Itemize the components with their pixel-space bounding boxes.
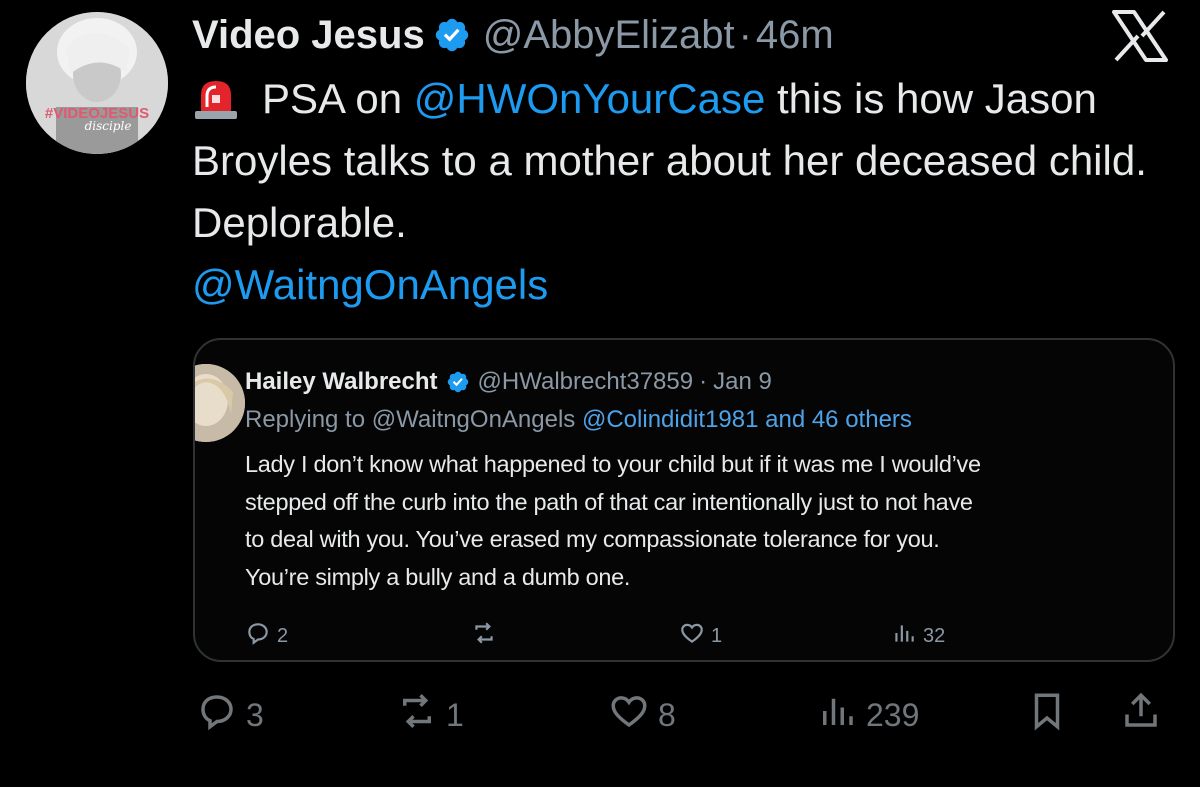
replying-to-prefix: Replying to @WaitngOnAngels xyxy=(245,406,582,433)
author-handle[interactable]: @AbbyElizabt xyxy=(483,13,735,58)
quoted-text-line: Lady I don’t know what happened to your … xyxy=(245,451,981,477)
bookmark-icon xyxy=(1026,690,1068,740)
separator-dot: · xyxy=(738,12,752,57)
share-icon xyxy=(1120,690,1162,740)
close-x-icon[interactable] xyxy=(1108,8,1172,64)
views-icon xyxy=(816,690,866,740)
quoted-tweet-text: Lady I don’t know what happened to your … xyxy=(245,446,1173,596)
quoted-display-name[interactable]: Hailey Walbrecht xyxy=(245,368,438,396)
mention-waitngonangels[interactable]: @WaitngOnAngels xyxy=(192,261,548,308)
views-count: 239 xyxy=(866,696,920,733)
repost-icon xyxy=(396,690,446,740)
tweet-header: Video Jesus @AbbyElizabt · 46m xyxy=(192,10,834,60)
like-icon xyxy=(608,690,658,740)
quoted-reply-button[interactable]: 2 xyxy=(245,620,288,652)
quoted-handle[interactable]: @HWalbrecht37859 xyxy=(478,368,694,396)
quoted-views-count: 32 xyxy=(923,624,946,647)
replying-to-mentions[interactable]: @Colindidit1981 and 46 others xyxy=(582,406,912,433)
repost-count: 1 xyxy=(446,696,464,733)
views-button[interactable]: 239 xyxy=(816,690,919,740)
verified-badge-icon xyxy=(446,370,470,394)
quoted-date[interactable]: Jan 9 xyxy=(713,368,772,396)
tweet-timestamp[interactable]: 46m xyxy=(756,13,834,58)
repost-icon xyxy=(471,620,503,652)
share-button[interactable] xyxy=(1120,690,1162,740)
quoted-reply-count: 2 xyxy=(277,624,289,647)
quoted-text-line: You’re simply a bully and a dumb one. xyxy=(245,563,631,590)
quoted-replying-to: Replying to @WaitngOnAngels @Colindidit1… xyxy=(245,406,912,434)
reply-icon xyxy=(196,690,246,740)
reply-button[interactable]: 3 xyxy=(196,690,264,740)
author-avatar[interactable]: #VIDEOJESUS disciple xyxy=(26,12,168,154)
views-icon xyxy=(891,620,923,652)
tweet-text: PSA on @HWOnYourCase this is how Jason B… xyxy=(192,68,1152,316)
quoted-header: Hailey Walbrecht @HWalbrecht37859 · Jan … xyxy=(245,368,772,396)
like-count: 8 xyxy=(658,696,676,733)
repost-button[interactable]: 1 xyxy=(396,690,464,740)
svg-text:disciple: disciple xyxy=(85,119,132,133)
quoted-text-line: stepped off the curb into the path of th… xyxy=(245,488,973,515)
like-icon xyxy=(679,620,711,652)
separator-dot: · xyxy=(699,368,708,395)
tweet-text-part1: PSA on xyxy=(262,75,414,122)
quoted-views-button[interactable]: 32 xyxy=(891,620,945,652)
quoted-author-avatar[interactable] xyxy=(195,364,245,442)
bookmark-button[interactable] xyxy=(1026,690,1068,740)
reply-count: 3 xyxy=(246,696,264,733)
mention-hwonyourcase[interactable]: @HWOnYourCase xyxy=(414,75,766,122)
reply-icon xyxy=(245,620,277,652)
quoted-like-button[interactable]: 1 xyxy=(679,620,722,652)
quoted-text-line: to deal with you. You’ve erased my compa… xyxy=(245,526,940,552)
like-button[interactable]: 8 xyxy=(608,690,676,740)
quoted-tweet-card[interactable]: Hailey Walbrecht @HWalbrecht37859 · Jan … xyxy=(193,338,1175,662)
siren-emoji-icon xyxy=(192,73,240,121)
quoted-like-count: 1 xyxy=(711,624,723,647)
author-display-name[interactable]: Video Jesus xyxy=(192,13,425,58)
verified-badge-icon xyxy=(433,16,471,54)
quoted-repost-button[interactable] xyxy=(471,620,503,652)
